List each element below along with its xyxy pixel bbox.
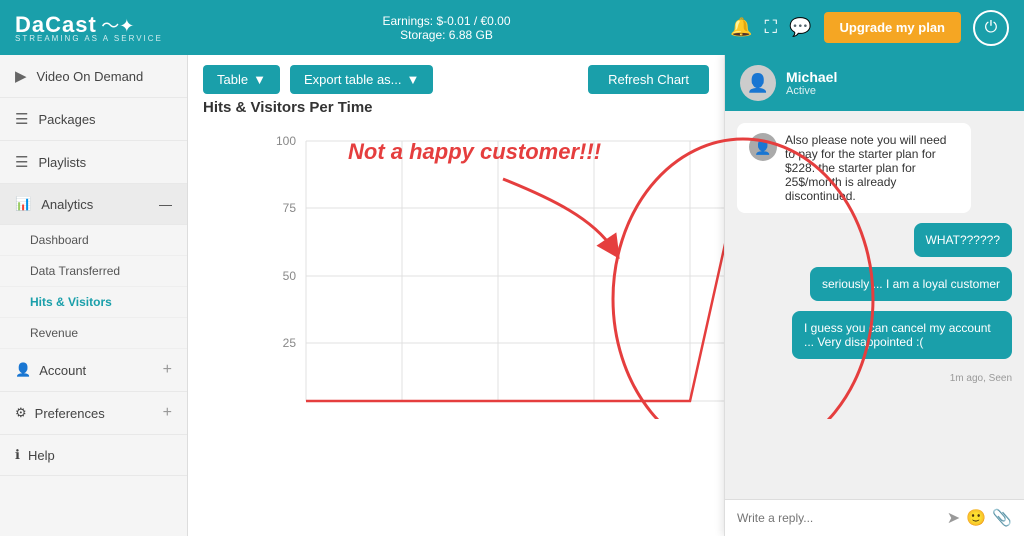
chat-timestamp: 1m ago, Seen — [737, 373, 1012, 384]
chat-messages: 👤 Also please note you will need to pay … — [725, 111, 1024, 499]
video-icon: ▶ — [15, 67, 27, 85]
sidebar-item-playlists[interactable]: ☰ Playlists — [0, 141, 187, 184]
svg-text:75: 75 — [283, 201, 297, 215]
sidebar-item-analytics[interactable]: 📊 Analytics — — [0, 184, 187, 225]
table-dropdown-icon: ▼ — [253, 72, 266, 87]
sidebar-sub-data-transferred[interactable]: Data Transferred — [0, 256, 187, 287]
preferences-plus-icon[interactable]: + — [163, 404, 172, 422]
table-button[interactable]: Table ▼ — [203, 65, 280, 94]
sidebar: ▶ Video On Demand ☰ Packages ☰ Playlists… — [0, 55, 188, 536]
expand-icon[interactable]: ⛶ — [765, 17, 778, 38]
header-right: 🔔 ⛶ 💬 Upgrade my plan ⏻ — [730, 10, 1009, 46]
help-icon: ℹ — [15, 447, 20, 463]
sidebar-item-help[interactable]: ℹ Help — [0, 435, 187, 476]
chat-message-received-1: 👤 Also please note you will need to pay … — [737, 123, 971, 213]
sidebar-item-preferences[interactable]: ⚙ Preferences + — [0, 392, 187, 435]
chat-message-sent-3: I guess you can cancel my account ... Ve… — [792, 311, 1012, 359]
send-icon[interactable]: ➤ — [947, 508, 960, 528]
sidebar-item-video-on-demand[interactable]: ▶ Video On Demand — [0, 55, 187, 98]
storage-text: Storage: 6.88 GB — [382, 28, 510, 42]
sidebar-label-video: Video On Demand — [37, 69, 144, 84]
sidebar-label-analytics: Analytics — [41, 197, 93, 212]
attach-icon[interactable]: 📎 — [992, 508, 1012, 528]
sidebar-sub-hits-visitors[interactable]: Hits & Visitors — [0, 287, 187, 318]
analytics-collapse-icon: — — [159, 197, 172, 212]
export-dropdown-icon: ▼ — [407, 72, 420, 87]
chat-input-icons: ➤ 🙂 📎 — [947, 508, 1012, 528]
chat-reply-input[interactable] — [737, 511, 939, 525]
chat-header: 👤 Michael Active — [725, 55, 1024, 111]
msg-text-3: seriously ... I am a loyal customer — [822, 277, 1000, 291]
table-label: Table — [217, 72, 248, 87]
chat-user-info: Michael Active — [786, 69, 837, 97]
notification-icon[interactable]: 🔔 — [730, 17, 752, 38]
logo-area: DaCast 〜✦ STREAMING AS A SERVICE — [15, 12, 163, 43]
export-button[interactable]: Export table as... ▼ — [290, 65, 433, 94]
sidebar-sub-revenue[interactable]: Revenue — [0, 318, 187, 349]
packages-icon: ☰ — [15, 110, 28, 128]
data-transferred-label: Data Transferred — [30, 264, 120, 278]
msg-text-4: I guess you can cancel my account ... Ve… — [804, 321, 1000, 349]
emoji-icon[interactable]: 🙂 — [966, 508, 986, 528]
msg-text-2: WHAT?????? — [926, 233, 1000, 247]
chat-user-status: Active — [786, 85, 837, 97]
svg-text:25: 25 — [283, 336, 297, 350]
playlists-icon: ☰ — [15, 153, 28, 171]
chat-user-name: Michael — [786, 69, 837, 85]
revenue-label: Revenue — [30, 326, 78, 340]
logo: DaCast 〜✦ STREAMING AS A SERVICE — [15, 12, 163, 43]
logo-wave: 〜✦ — [101, 16, 134, 36]
chat-icon[interactable]: 💬 — [789, 17, 811, 38]
refresh-button[interactable]: Refresh Chart — [588, 65, 709, 94]
chat-message-sent-2: seriously ... I am a loyal customer — [810, 267, 1012, 301]
sidebar-sub-dashboard[interactable]: Dashboard — [0, 225, 187, 256]
hits-visitors-label: Hits & Visitors — [30, 295, 112, 309]
power-button[interactable]: ⏻ — [973, 10, 1009, 46]
export-label: Export table as... — [304, 72, 402, 87]
account-label: Account — [39, 363, 86, 378]
help-label: Help — [28, 448, 55, 463]
preferences-label: Preferences — [35, 406, 105, 421]
chat-input-area: ➤ 🙂 📎 — [725, 499, 1024, 536]
account-plus-icon[interactable]: + — [163, 361, 172, 379]
sidebar-item-packages[interactable]: ☰ Packages — [0, 98, 187, 141]
preferences-icon: ⚙ — [15, 405, 27, 421]
analytics-icon: 📊 — [15, 196, 31, 212]
dashboard-label: Dashboard — [30, 233, 89, 247]
chat-message-sent-1: WHAT?????? — [914, 223, 1012, 257]
sidebar-label-playlists: Playlists — [38, 155, 86, 170]
account-icon: 👤 — [15, 362, 31, 378]
app-header: DaCast 〜✦ STREAMING AS A SERVICE Earning… — [0, 0, 1024, 55]
sender-avatar: 👤 — [749, 133, 777, 161]
earnings-text: Earnings: $-0.01 / €0.00 — [382, 14, 510, 28]
earnings-info: Earnings: $-0.01 / €0.00 Storage: 6.88 G… — [382, 14, 510, 42]
msg-text-1: Also please note you will need to pay fo… — [785, 133, 959, 203]
sidebar-item-account[interactable]: 👤 Account + — [0, 349, 187, 392]
main-layout: ▶ Video On Demand ☰ Packages ☰ Playlists… — [0, 55, 1024, 536]
sidebar-label-packages: Packages — [38, 112, 95, 127]
logo-subtitle: STREAMING AS A SERVICE — [15, 34, 163, 43]
svg-text:50: 50 — [283, 269, 297, 283]
main-content-area: Table ▼ Export table as... ▼ Range Refre… — [188, 55, 1024, 536]
chat-panel: 👤 Michael Active 👤 Also please note you … — [724, 55, 1024, 536]
upgrade-button[interactable]: Upgrade my plan — [824, 12, 961, 43]
svg-text:100: 100 — [276, 134, 296, 148]
chat-user-avatar: 👤 — [740, 65, 776, 101]
